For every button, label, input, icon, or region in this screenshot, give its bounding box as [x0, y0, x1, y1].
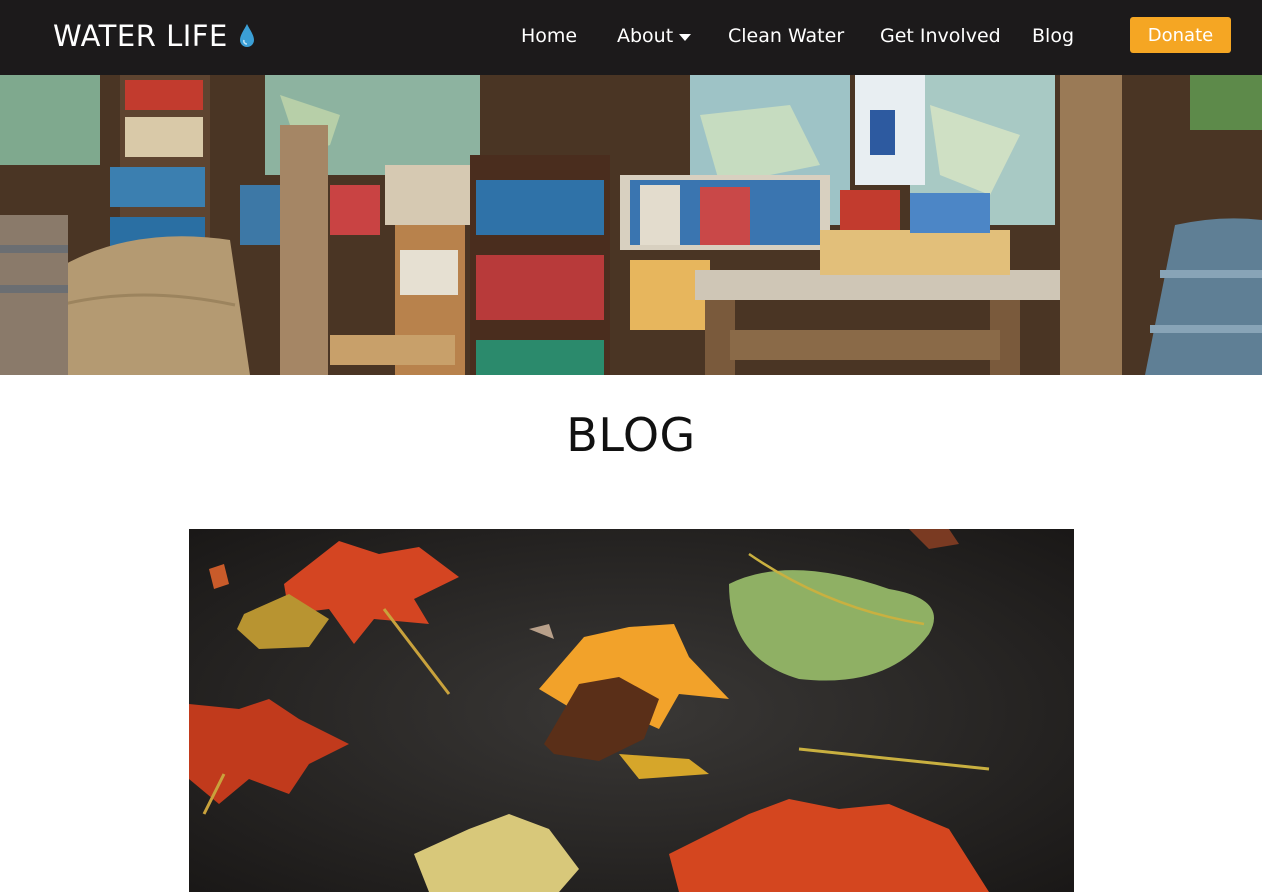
bookshop-illustration — [0, 75, 1262, 375]
nav-home[interactable]: Home — [521, 23, 577, 49]
donate-button[interactable]: Donate — [1130, 17, 1231, 53]
nav-blog[interactable]: Blog — [1032, 23, 1074, 49]
nav-get-involved[interactable]: Get Involved — [880, 23, 1001, 49]
blog-post-image[interactable] — [189, 529, 1074, 892]
caret-down-icon — [679, 33, 692, 41]
main-nav: Home About Clean Water Get Involved Blog — [0, 0, 1262, 75]
navbar: WATER LIFE Home About Clean Water Get In… — [0, 0, 1262, 75]
nav-clean-water[interactable]: Clean Water — [728, 23, 844, 49]
autumn-leaves-illustration — [189, 529, 1074, 892]
hero-banner-image — [0, 75, 1262, 375]
nav-about[interactable]: About — [617, 23, 692, 49]
page-title: BLOG — [566, 408, 696, 462]
nav-about-label: About — [617, 25, 674, 47]
